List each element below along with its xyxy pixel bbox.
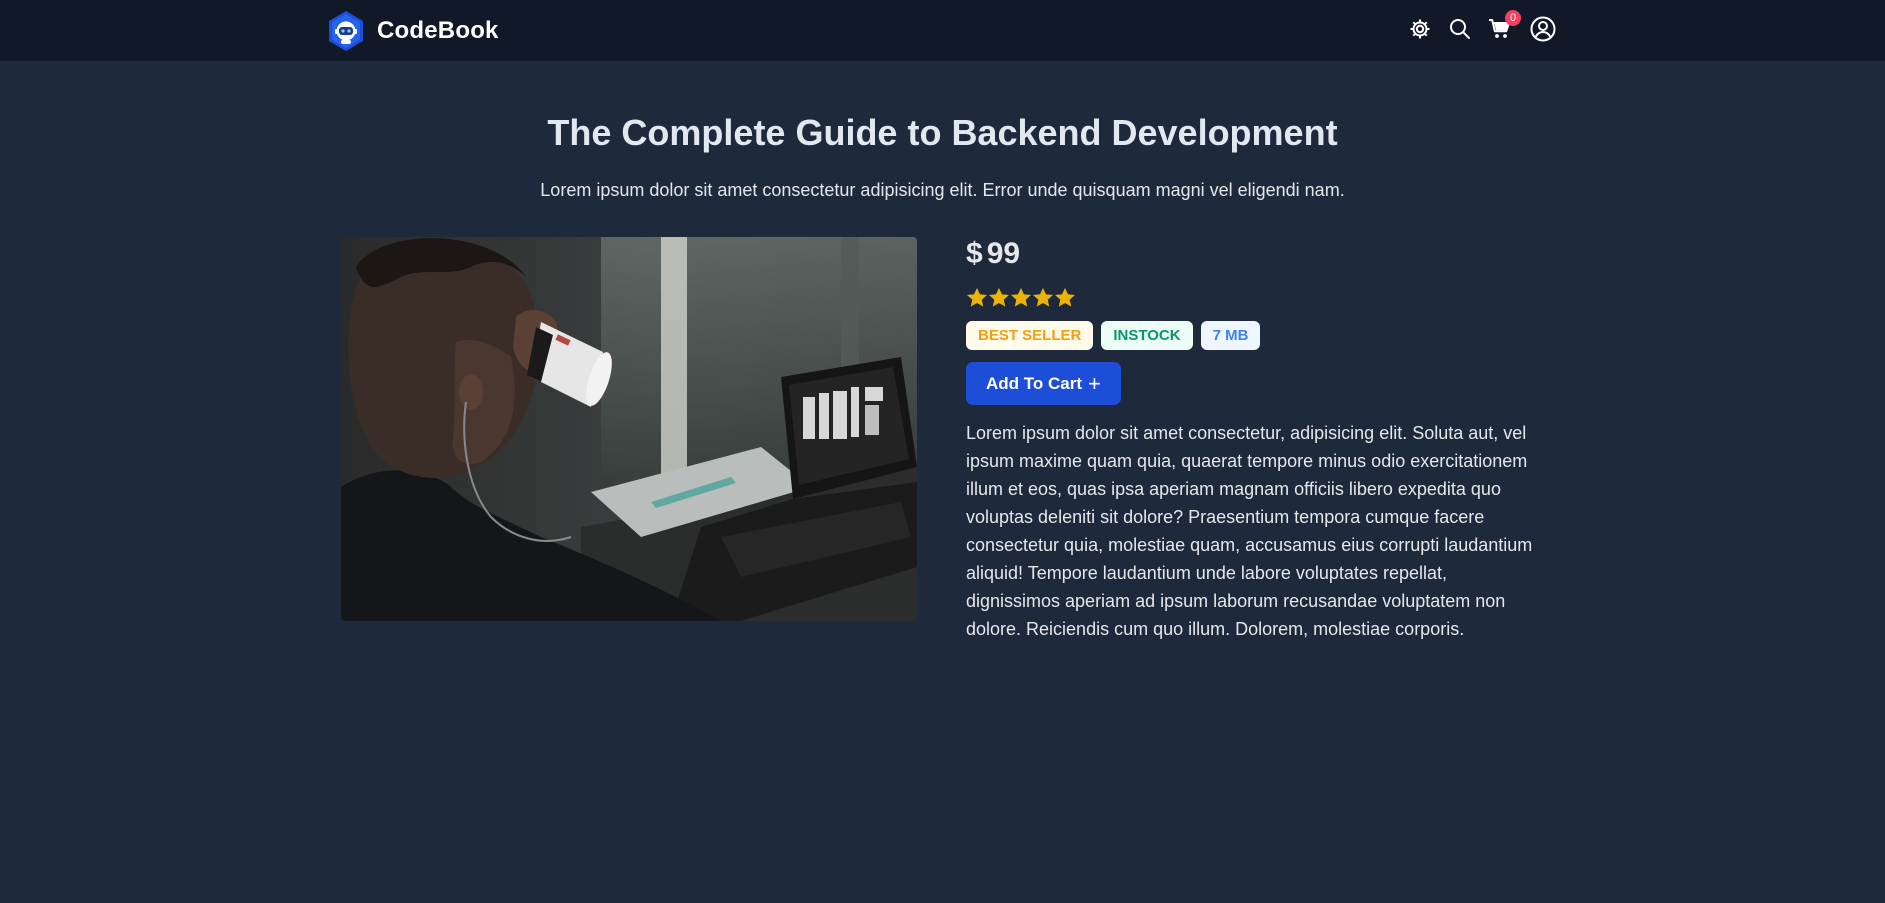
product-title: The Complete Guide to Backend Developmen…	[547, 112, 1338, 153]
brand-link[interactable]: CodeBook	[327, 10, 499, 52]
star-icon	[988, 287, 1010, 309]
star-icon	[1032, 287, 1054, 309]
plus-icon: +	[1088, 370, 1101, 396]
add-to-cart-button[interactable]: Add To Cart +	[966, 362, 1121, 405]
product-description: Lorem ipsum dolor sit amet consectetur, …	[966, 423, 1533, 639]
product-price: $ 99	[966, 237, 1546, 271]
star-icon	[1054, 287, 1076, 309]
price-value: 99	[986, 237, 1021, 270]
product-overview: Lorem ipsum dolor sit amet consectetur a…	[540, 180, 1345, 200]
file-size-badge: 7 MB	[1200, 321, 1261, 350]
badge-list: BEST SELLER INSTOCK 7 MB	[966, 321, 1546, 350]
product-details: $ 99 BEST SELLER INSTOCK 7 MB Add To Car…	[966, 237, 1546, 643]
cart-count-badge: 0	[1505, 10, 1521, 26]
person-drinking-coffee-at-laptop-photo	[341, 237, 917, 621]
brand-name: CodeBook	[377, 17, 499, 44]
cart-icon[interactable]: 0	[1485, 10, 1521, 44]
price-currency: $	[966, 237, 983, 270]
gear-icon[interactable]	[1405, 14, 1435, 44]
search-icon[interactable]	[1445, 14, 1475, 44]
user-icon[interactable]	[1528, 14, 1558, 44]
best-seller-badge: BEST SELLER	[966, 321, 1094, 350]
navbar: CodeBook 0	[0, 0, 1885, 62]
codebook-logo-icon	[329, 11, 363, 51]
rating-stars	[966, 287, 1546, 309]
instock-badge: INSTOCK	[1101, 321, 1193, 350]
product-image	[341, 237, 917, 621]
nav-actions: 0	[1405, 10, 1558, 44]
star-icon	[1010, 287, 1032, 309]
add-to-cart-label: Add To Cart	[986, 373, 1083, 393]
star-icon	[966, 287, 988, 309]
